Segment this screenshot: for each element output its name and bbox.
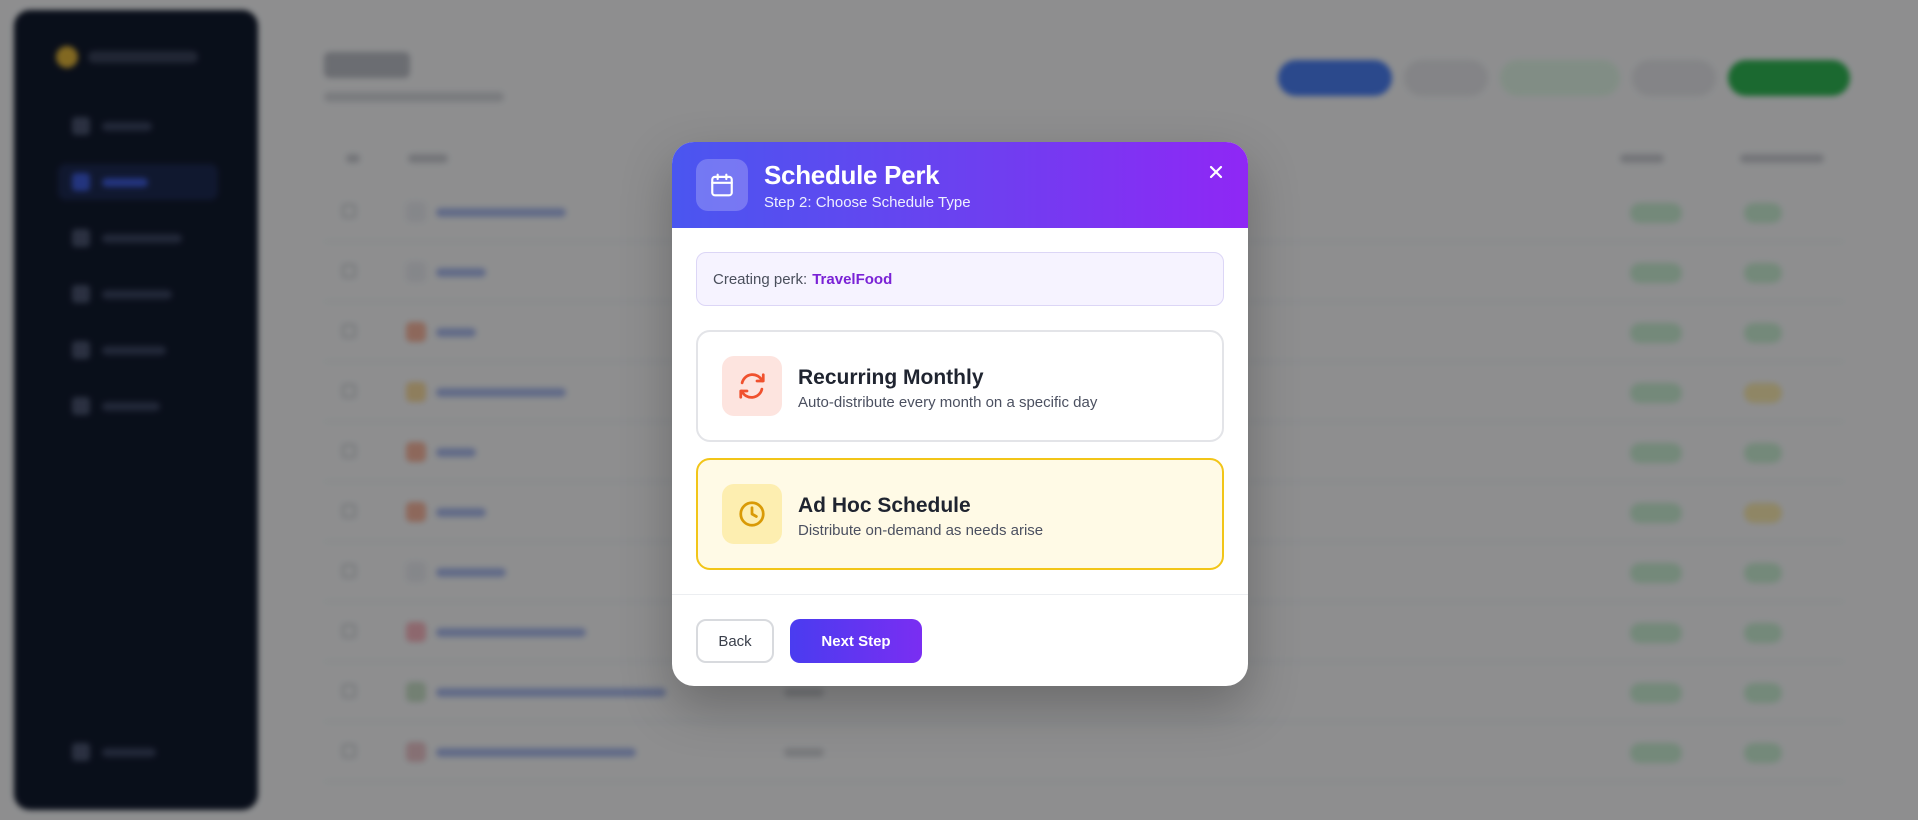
perk-name: TravelFood [812, 270, 893, 288]
option-recurring-monthly[interactable]: Recurring Monthly Auto-distribute every … [696, 330, 1224, 442]
option-title: Ad Hoc Schedule [798, 494, 971, 517]
clock-icon [722, 484, 782, 544]
next-step-button[interactable]: Next Step [790, 619, 922, 663]
creating-perk-label: Creating perk: [713, 270, 808, 288]
modal-footer: Back Next Step [672, 594, 1248, 686]
back-button[interactable]: Back [696, 619, 774, 663]
close-icon [1209, 165, 1223, 179]
modal-header: Schedule Perk Step 2: Choose Schedule Ty… [672, 142, 1248, 228]
option-description: Distribute on-demand as needs arise [798, 522, 1044, 539]
calendar-icon [696, 159, 748, 211]
option-title: Recurring Monthly [798, 366, 984, 389]
close-button[interactable] [1204, 160, 1228, 184]
refresh-icon [722, 356, 782, 416]
option-ad-hoc-schedule[interactable]: Ad Hoc Schedule Distribute on-demand as … [696, 458, 1224, 570]
modal-step-subtitle: Step 2: Choose Schedule Type [764, 194, 971, 211]
schedule-perk-modal: Schedule Perk Step 2: Choose Schedule Ty… [672, 142, 1248, 686]
option-description: Auto-distribute every month on a specifi… [798, 394, 1098, 411]
modal-title: Schedule Perk [764, 160, 940, 190]
creating-perk-banner: Creating perk: TravelFood [696, 252, 1224, 306]
